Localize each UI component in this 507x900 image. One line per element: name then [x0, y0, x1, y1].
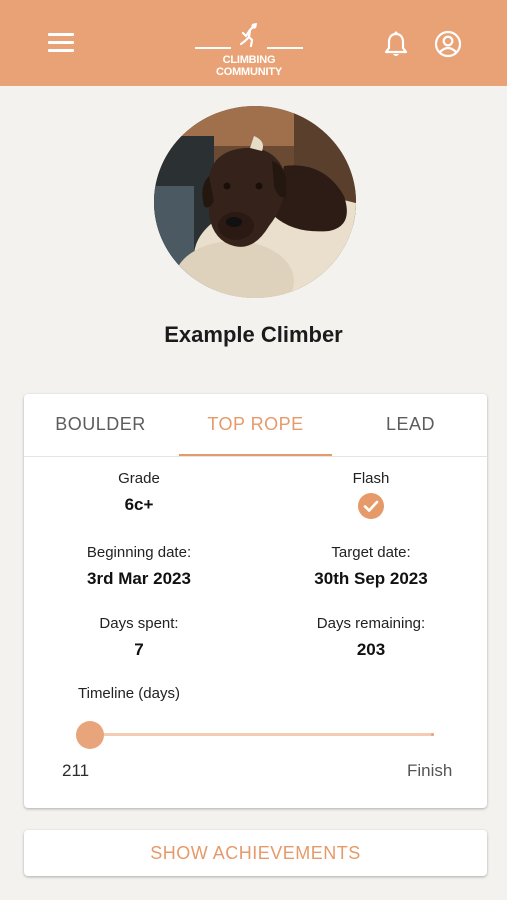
menu-icon-bar: [48, 49, 74, 52]
dog-photo: [154, 106, 356, 298]
days-remaining-value: 203: [356, 640, 386, 659]
days-remaining-label: Days remaining:: [316, 615, 426, 632]
climber-logo-icon: [195, 22, 303, 49]
show-achievements-button[interactable]: SHOW ACHIEVEMENTS: [24, 830, 487, 876]
check-circle-icon: [358, 493, 384, 519]
flash-label: Flash: [352, 470, 390, 487]
grade-label: Grade: [118, 470, 160, 487]
flash-checkbox[interactable]: [357, 492, 385, 520]
bell-icon: [384, 31, 408, 56]
days-spent-value: 7: [134, 640, 144, 659]
timeline-label: Timeline (days): [78, 685, 180, 702]
account-button[interactable]: [434, 30, 462, 58]
beginning-date-label: Beginning date:: [86, 544, 192, 561]
tab-boulder[interactable]: BOULDER: [24, 414, 177, 435]
timeline-start-label: 211: [62, 761, 90, 780]
target-date-label: Target date:: [331, 544, 411, 561]
target-date-value: 30th Sep 2023: [314, 569, 428, 588]
timeline-slider-end: [431, 733, 434, 736]
menu-icon-bar: [48, 41, 74, 44]
app-bar: CLIMBING COMMUNITY: [0, 0, 507, 86]
profile-photo: [154, 106, 356, 298]
notifications-button[interactable]: [383, 31, 409, 59]
app-logo[interactable]: CLIMBING COMMUNITY: [193, 22, 305, 78]
days-spent-label: Days spent:: [99, 615, 179, 632]
timeline-slider-thumb[interactable]: [76, 721, 104, 749]
active-tab-indicator: [179, 454, 332, 456]
tab-top-rope[interactable]: TOP ROPE: [179, 414, 332, 435]
grade-value: 6c+: [124, 495, 154, 514]
logo-text: CLIMBING COMMUNITY: [215, 54, 283, 78]
tab-lead[interactable]: LEAD: [334, 414, 487, 435]
climb-details-card: BOULDER TOP ROPE LEAD Grade 6c+ Flash Be…: [24, 394, 487, 808]
account-circle-icon: [434, 30, 462, 58]
menu-icon: [48, 33, 74, 36]
beginning-date-value: 3rd Mar 2023: [87, 569, 191, 588]
discipline-tabs: BOULDER TOP ROPE LEAD: [24, 394, 487, 457]
timeline-slider-track[interactable]: [89, 733, 434, 736]
timeline-end-label: Finish: [407, 761, 453, 780]
menu-button[interactable]: [48, 33, 76, 55]
profile-name: Example Climber: [164, 322, 343, 347]
